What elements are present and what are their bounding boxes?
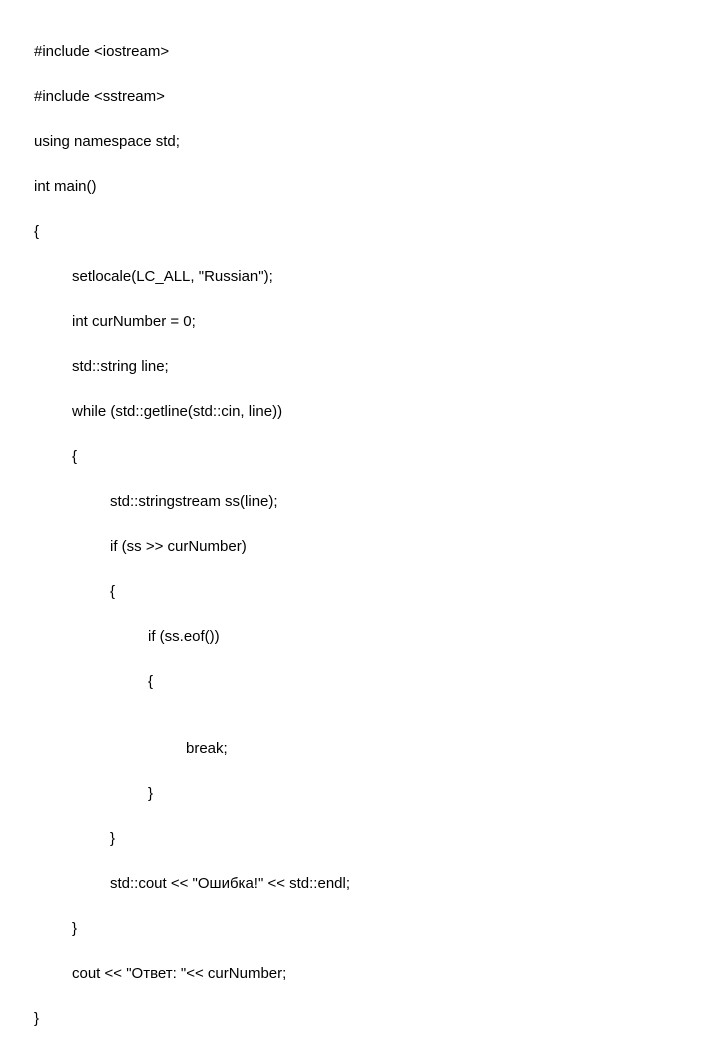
code-line: { [34,221,720,244]
code-line: { [34,446,720,469]
code-line: using namespace std; [34,131,720,154]
code-block: #include <iostream> #include <sstream> u… [0,0,720,1053]
code-line: } [34,1008,720,1031]
code-line: int curNumber = 0; [34,311,720,334]
code-line: { [34,671,720,694]
code-line: setlocale(LC_ALL, "Russian"); [34,266,720,289]
code-line: } [34,918,720,941]
code-line: #include <iostream> [34,41,720,64]
code-line: } [34,783,720,806]
code-line: while (std::getline(std::cin, line)) [34,401,720,424]
code-line: { [34,581,720,604]
code-line: if (ss >> curNumber) [34,536,720,559]
code-line: int main() [34,176,720,199]
code-line: break; [34,738,720,761]
code-line: } [34,828,720,851]
code-line: std::stringstream ss(line); [34,491,720,514]
code-line: #include <sstream> [34,86,720,109]
code-line: if (ss.eof()) [34,626,720,649]
code-line: std::string line; [34,356,720,379]
code-line: std::cout << "Ошибка!" << std::endl; [34,873,720,896]
code-line: cout << "Ответ: "<< curNumber; [34,963,720,986]
